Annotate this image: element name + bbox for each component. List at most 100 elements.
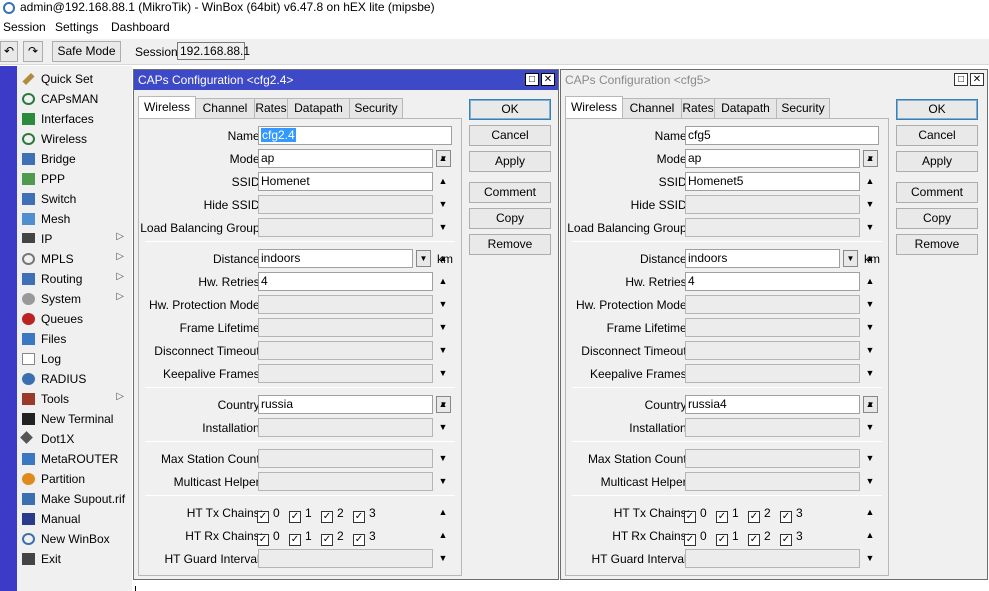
field-hide-ssid-input[interactable]	[685, 195, 860, 214]
tab-rates[interactable]: Rates	[681, 98, 715, 118]
expand-field-icon[interactable]: ▼	[864, 220, 876, 234]
field-hide-ssid-input[interactable]	[258, 195, 433, 214]
tab-rates[interactable]: Rates	[254, 98, 288, 118]
apply-button[interactable]: Apply	[469, 151, 551, 172]
expand-field-icon[interactable]: ▼	[864, 451, 876, 465]
field-keepalive-input[interactable]	[258, 364, 433, 383]
menu-settings[interactable]: Settings	[55, 20, 98, 34]
expand-field-icon[interactable]: ▼	[437, 420, 449, 434]
sidebar-item-queues[interactable]: Queues	[17, 309, 132, 329]
sidebar-item-manual[interactable]: Manual	[17, 509, 132, 529]
expand-field-icon[interactable]: ▼	[437, 366, 449, 380]
chain-3-checkbox[interactable]: ✓ 3	[353, 529, 376, 546]
sidebar-item-dot1x[interactable]: Dot1X	[17, 429, 132, 449]
chain-0-checkbox[interactable]: ✓ 0	[684, 506, 707, 523]
sidebar-item-switch[interactable]: Switch	[17, 189, 132, 209]
tab-wireless[interactable]: Wireless	[138, 96, 196, 119]
chain-2-checkbox[interactable]: ✓ 2	[748, 529, 771, 546]
collapse-field-icon[interactable]: ▲	[864, 505, 876, 519]
copy-button[interactable]: Copy	[896, 208, 978, 229]
expand-field-icon[interactable]: ▼	[437, 197, 449, 211]
menu-session[interactable]: Session	[3, 20, 46, 34]
tab-datapath[interactable]: Datapath	[287, 98, 350, 118]
redo-button[interactable]: ↷	[23, 41, 43, 62]
collapse-field-icon[interactable]: ▲	[864, 174, 876, 188]
sidebar-item-log[interactable]: Log	[17, 349, 132, 369]
field-name-input[interactable]: cfg2.4	[258, 126, 452, 145]
field-keepalive-input[interactable]	[685, 364, 860, 383]
sidebar-item-wireless[interactable]: Wireless	[17, 129, 132, 149]
field-mode-input[interactable]: ap	[685, 149, 860, 168]
chain-0-checkbox[interactable]: ✓ 0	[257, 529, 280, 546]
sidebar-item-partition[interactable]: Partition	[17, 469, 132, 489]
expand-field-icon[interactable]: ▼	[437, 220, 449, 234]
field-ssid-input[interactable]: Homenet	[258, 172, 433, 191]
chain-3-checkbox[interactable]: ✓ 3	[780, 506, 803, 523]
sidebar-item-ip[interactable]: IP ▷	[17, 229, 132, 249]
field-ht-guard-input[interactable]	[258, 549, 433, 568]
expand-field-icon[interactable]: ▼	[437, 451, 449, 465]
sidebar-item-make-supout-rif[interactable]: Make Supout.rif	[17, 489, 132, 509]
field-mode-input[interactable]: ap	[258, 149, 433, 168]
undo-button[interactable]: ↶	[0, 41, 18, 62]
sidebar-item-bridge[interactable]: Bridge	[17, 149, 132, 169]
expand-field-icon[interactable]: ▼	[864, 474, 876, 488]
expand-field-icon[interactable]: ▼	[864, 343, 876, 357]
chain-0-checkbox[interactable]: ✓ 0	[684, 529, 707, 546]
dropdown-button[interactable]: ▼	[416, 250, 431, 267]
cancel-button[interactable]: Cancel	[469, 125, 551, 146]
field-multicast-helper-input[interactable]	[258, 472, 433, 491]
field-max-station-input[interactable]	[685, 449, 860, 468]
ok-button[interactable]: OK	[469, 99, 551, 120]
sidebar-item-tools[interactable]: Tools ▷	[17, 389, 132, 409]
field-load-balancing-input[interactable]	[258, 218, 433, 237]
sidebar-item-capsman[interactable]: CAPsMAN	[17, 89, 132, 109]
field-installation-input[interactable]	[685, 418, 860, 437]
field-multicast-helper-input[interactable]	[685, 472, 860, 491]
field-ht-guard-input[interactable]	[685, 549, 860, 568]
field-distance-input[interactable]: indoors	[685, 249, 840, 268]
remove-button[interactable]: Remove	[469, 234, 551, 255]
chain-3-checkbox[interactable]: ✓ 3	[780, 529, 803, 546]
collapse-field-icon[interactable]: ▲	[864, 528, 876, 542]
field-disconnect-timeout-input[interactable]	[685, 341, 860, 360]
sidebar-item-radius[interactable]: RADIUS	[17, 369, 132, 389]
remove-button[interactable]: Remove	[896, 234, 978, 255]
tab-security[interactable]: Security	[776, 98, 830, 118]
tab-datapath[interactable]: Datapath	[714, 98, 777, 118]
field-installation-input[interactable]	[258, 418, 433, 437]
field-hw-protection-input[interactable]	[258, 295, 433, 314]
close-button[interactable]: ✕	[970, 73, 984, 86]
collapse-field-icon[interactable]: ▲	[437, 251, 449, 265]
collapse-field-icon[interactable]: ▲	[864, 251, 876, 265]
tab-wireless[interactable]: Wireless	[565, 96, 623, 119]
tab-channel[interactable]: Channel	[195, 98, 255, 118]
expand-field-icon[interactable]: ▼	[437, 297, 449, 311]
sidebar-item-new-terminal[interactable]: New Terminal	[17, 409, 132, 429]
field-country-input[interactable]: russia4	[685, 395, 860, 414]
cancel-button[interactable]: Cancel	[896, 125, 978, 146]
field-name-input[interactable]: cfg5	[685, 126, 879, 145]
field-hw-retries-input[interactable]: 4	[258, 272, 433, 291]
sidebar-item-ppp[interactable]: PPP	[17, 169, 132, 189]
chain-1-checkbox[interactable]: ✓ 1	[289, 529, 312, 546]
tab-channel[interactable]: Channel	[622, 98, 682, 118]
field-ssid-input[interactable]: Homenet5	[685, 172, 860, 191]
expand-field-icon[interactable]: ▼	[864, 197, 876, 211]
chain-2-checkbox[interactable]: ✓ 2	[321, 506, 344, 523]
copy-button[interactable]: Copy	[469, 208, 551, 229]
sidebar-item-files[interactable]: Files	[17, 329, 132, 349]
collapse-field-icon[interactable]: ▲	[864, 151, 876, 165]
expand-field-icon[interactable]: ▼	[864, 320, 876, 334]
sidebar-item-mpls[interactable]: MPLS ▷	[17, 249, 132, 269]
sidebar-item-interfaces[interactable]: Interfaces	[17, 109, 132, 129]
collapse-field-icon[interactable]: ▲	[437, 397, 449, 411]
chain-1-checkbox[interactable]: ✓ 1	[289, 506, 312, 523]
safe-mode-button[interactable]: Safe Mode	[52, 41, 121, 62]
chain-1-checkbox[interactable]: ✓ 1	[716, 529, 739, 546]
expand-field-icon[interactable]: ▼	[437, 474, 449, 488]
field-hw-retries-input[interactable]: 4	[685, 272, 860, 291]
expand-field-icon[interactable]: ▼	[437, 343, 449, 357]
field-load-balancing-input[interactable]	[685, 218, 860, 237]
expand-field-icon[interactable]: ▼	[437, 320, 449, 334]
